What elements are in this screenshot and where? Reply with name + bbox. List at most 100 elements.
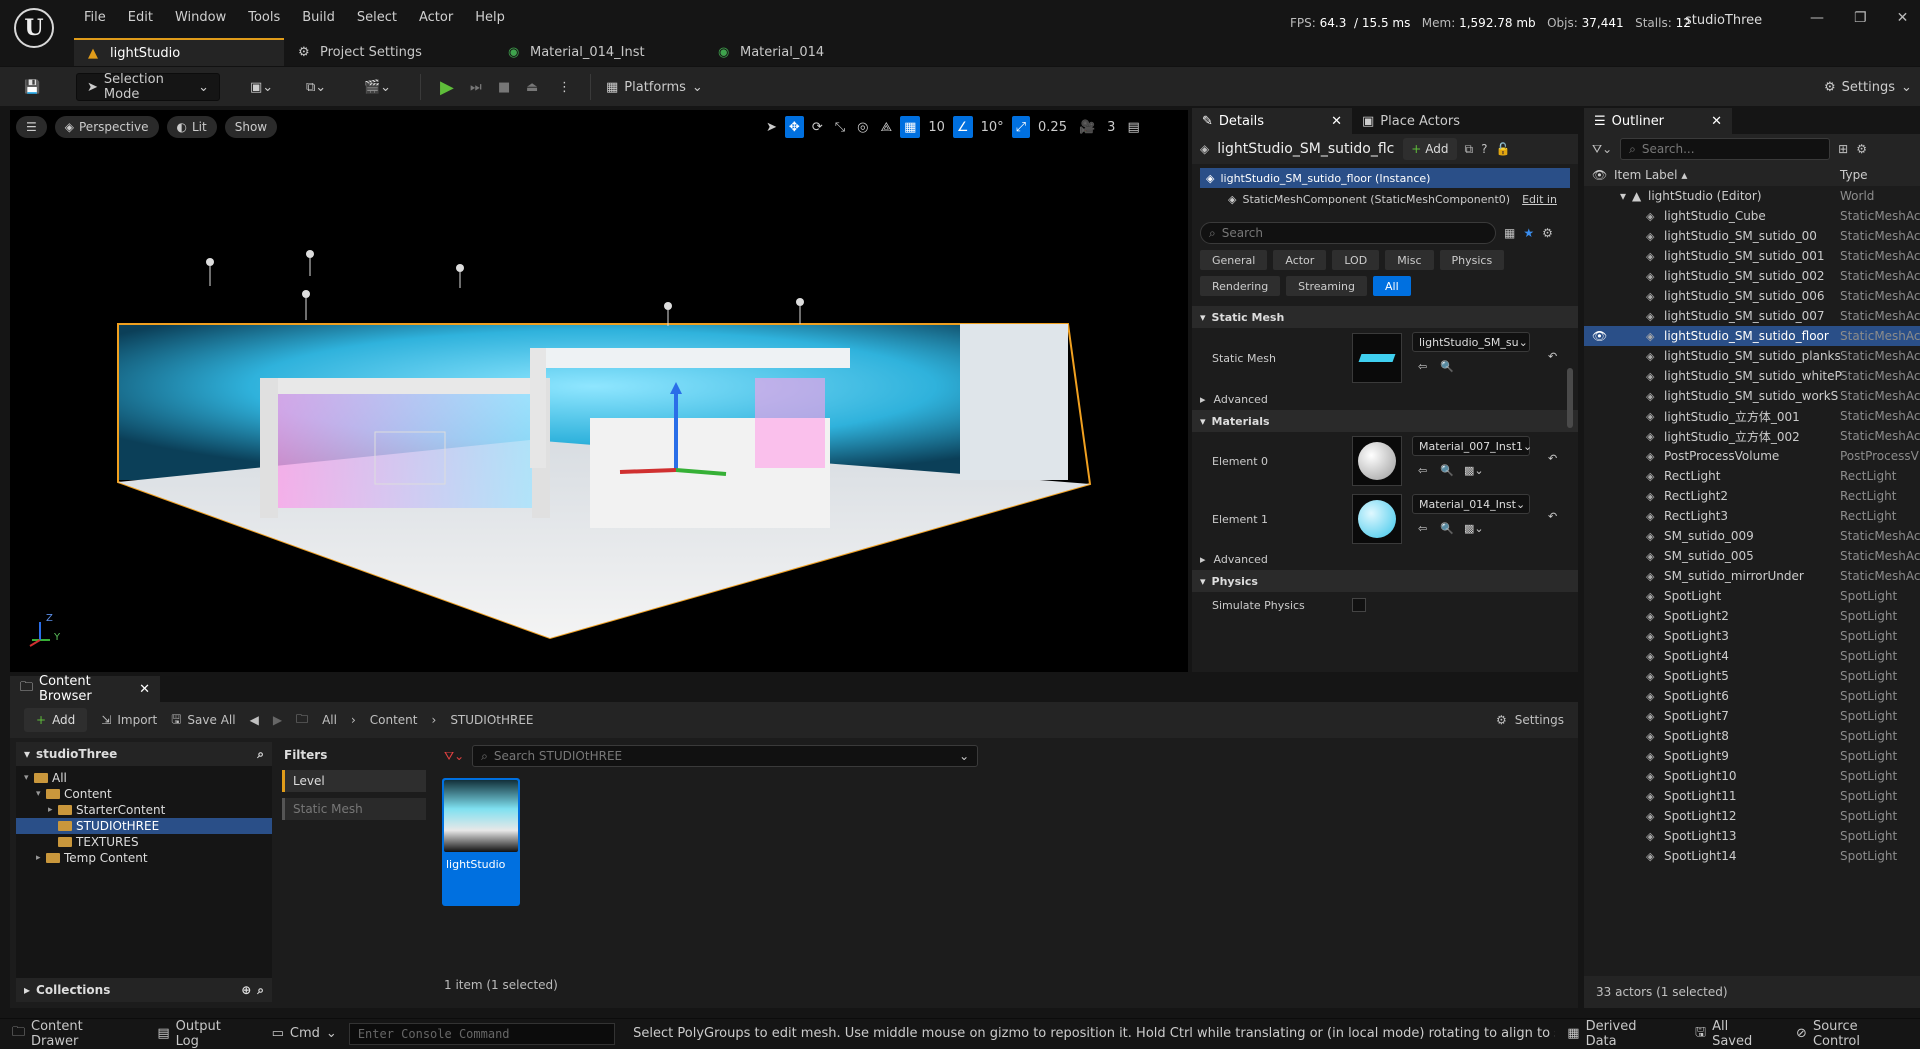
play-icon[interactable]: ▶	[440, 73, 454, 101]
outliner-row[interactable]: ◈ SM_sutido_mirrorUnder StaticMeshAc	[1584, 566, 1920, 586]
save-all-button[interactable]: 🖫 Save All	[171, 710, 235, 731]
outliner-row[interactable]: 👁 ◈ lightStudio_SM_sutido_floor StaticMeshA…	[1584, 326, 1920, 346]
browse-to-asset-icon[interactable]: ⇦	[1418, 360, 1427, 373]
save-icon[interactable]: 💾	[24, 73, 40, 101]
content-settings-button[interactable]: ⚙ Settings	[1496, 713, 1564, 727]
table-view-icon[interactable]: ▦	[1504, 226, 1515, 240]
outliner-search-input[interactable]: ⌕ Search...	[1620, 138, 1831, 160]
outliner-row[interactable]: ◈ lightStudio_SM_sutido_workS StaticMeshAc	[1584, 386, 1920, 406]
menu-actor[interactable]: Actor	[409, 10, 463, 25]
add-component-button[interactable]: + Add	[1403, 138, 1457, 160]
find-asset-icon[interactable]: 🔍	[1440, 360, 1454, 373]
cinematics-icon[interactable]: 🎬⌄	[364, 73, 391, 101]
column-item-label[interactable]: Item Label ▴	[1614, 168, 1687, 182]
filter-physics[interactable]: Physics	[1439, 250, 1505, 270]
scale-snap-icon[interactable]: ⤢	[1011, 116, 1031, 138]
restore-icon[interactable]: ❐	[1854, 10, 1867, 26]
tab-details[interactable]: ✎ Details ✕	[1192, 108, 1352, 134]
breadcrumb-studiothree[interactable]: STUDIOtHREE	[450, 713, 533, 727]
outliner-root-row[interactable]: ▾ ▲ lightStudio (Editor) World	[1584, 186, 1920, 206]
level-viewport[interactable]: Z Y ☰ ◈ Perspective ◐ Lit Show ➤ ✥ ⟳ ⤡ ◎ ⟁…	[10, 110, 1188, 672]
outliner-row[interactable]: ◈ lightStudio_SM_sutido_planks StaticMeshA…	[1584, 346, 1920, 366]
filter-all[interactable]: All	[1372, 276, 1411, 296]
reset-to-default-icon[interactable]: ↶	[1548, 350, 1557, 363]
asset-tile-lightstudio[interactable]: lightStudio	[442, 778, 520, 906]
section-static-mesh[interactable]: ▾ Static Mesh	[1192, 306, 1578, 328]
add-button[interactable]: + Add	[24, 708, 88, 732]
star-icon[interactable]: ★	[1523, 226, 1534, 240]
outliner-row[interactable]: ◈ RectLight RectLight	[1584, 466, 1920, 486]
outliner-row[interactable]: ◈ lightStudio_Cube StaticMeshAc	[1584, 206, 1920, 226]
material-thumbnail[interactable]	[1352, 436, 1402, 486]
filter-actor[interactable]: Actor	[1273, 250, 1327, 270]
more-options-icon[interactable]: ⋮	[558, 73, 571, 101]
grid-snap-icon[interactable]: ▦	[900, 116, 921, 138]
filter-lod[interactable]: LOD	[1332, 250, 1380, 270]
filter-misc[interactable]: Misc	[1385, 250, 1434, 270]
help-icon[interactable]: ?	[1481, 142, 1487, 156]
step-icon[interactable]: ⏭	[470, 73, 482, 101]
outliner-row[interactable]: ◈ lightStudio_立方体_001 StaticMeshAc	[1584, 406, 1920, 426]
outliner-row[interactable]: ◈ RectLight3 RectLight	[1584, 506, 1920, 526]
visibility-icon[interactable]: 👁	[1592, 329, 1607, 343]
filter-rendering[interactable]: Rendering	[1200, 276, 1281, 296]
outliner-row[interactable]: ◈ SM_sutido_009 StaticMeshAc	[1584, 526, 1920, 546]
close-tab-icon[interactable]: ✕	[139, 682, 150, 697]
sources-header[interactable]: ▾ studioThree ⌕	[16, 742, 272, 766]
tab-lightstudio[interactable]: ▲ lightStudio	[74, 38, 284, 66]
add-folder-icon[interactable]: ⊞	[1838, 142, 1848, 156]
outliner-row[interactable]: ◈ SpotLight9 SpotLight	[1584, 746, 1920, 766]
tree-folder-item[interactable]: ▾ All	[16, 770, 272, 786]
reset-to-default-icon[interactable]: ↶	[1548, 452, 1557, 465]
selection-mode-dropdown[interactable]: ➤ Selection Mode ⌄	[76, 72, 220, 102]
filter-streaming[interactable]: Streaming	[1286, 276, 1367, 296]
outliner-row[interactable]: ◈ PostProcessVolume PostProcessV	[1584, 446, 1920, 466]
tree-folder-item[interactable]: STUDIOtHREE	[16, 818, 272, 834]
menu-file[interactable]: File	[74, 10, 116, 25]
outliner-row[interactable]: ◈ SpotLight14 SpotLight	[1584, 846, 1920, 866]
outliner-row[interactable]: ◈ lightStudio_SM_sutido_007 StaticMeshAc	[1584, 306, 1920, 326]
component-row[interactable]: ◈ StaticMeshComponent (StaticMeshComponen…	[1192, 188, 1578, 210]
outliner-row[interactable]: ◈ lightStudio_立方体_002 StaticMeshAc	[1584, 426, 1920, 446]
find-asset-icon[interactable]: 🔍	[1440, 522, 1454, 535]
section-physics[interactable]: ▾ Physics	[1192, 570, 1578, 592]
tree-folder-item[interactable]: ▸ StarterContent	[16, 802, 272, 818]
content-drawer-button[interactable]: 🗀 Content Drawer	[0, 1019, 145, 1049]
lit-button[interactable]: ◐ Lit	[166, 116, 217, 138]
browse-to-asset-icon[interactable]: ⇦	[1418, 464, 1427, 477]
eject-icon[interactable]: ⏏	[526, 73, 538, 101]
outliner-row[interactable]: ◈ SpotLight5 SpotLight	[1584, 666, 1920, 686]
tab-place-actors[interactable]: ▣ Place Actors	[1352, 108, 1512, 134]
actor-name[interactable]: lightStudio_SM_sutido_flc	[1217, 141, 1395, 157]
blueprint-icon[interactable]: ⧉⌄	[306, 73, 326, 101]
rotation-snap-value[interactable]: 10°	[977, 116, 1008, 138]
platforms-button[interactable]: ▦ Platforms ⌄	[606, 73, 703, 101]
outliner-row[interactable]: ◈ SpotLight8 SpotLight	[1584, 726, 1920, 746]
outliner-row[interactable]: ◈ RectLight2 RectLight	[1584, 486, 1920, 506]
blueprint-icon[interactable]: ⧉	[1465, 142, 1474, 157]
section-materials[interactable]: ▾ Materials	[1192, 410, 1578, 432]
outliner-row[interactable]: ◈ SpotLight2 SpotLight	[1584, 606, 1920, 626]
mesh-thumbnail[interactable]	[1352, 333, 1402, 383]
tab-content-browser[interactable]: 🗀 Content Browser ✕	[10, 674, 160, 704]
derived-data-button[interactable]: ▦ Derived Data	[1555, 1019, 1683, 1049]
add-actor-icon[interactable]: ▣⌄	[250, 73, 273, 101]
static-mesh-picker[interactable]: lightStudio_SM_su ⌄	[1412, 332, 1530, 352]
advanced-row[interactable]: ▸ Advanced	[1192, 388, 1578, 410]
close-tab-icon[interactable]: ✕	[1711, 114, 1722, 129]
menu-help[interactable]: Help	[465, 10, 515, 25]
stop-icon[interactable]: ■	[498, 73, 510, 101]
advanced-row[interactable]: ▸ Advanced	[1192, 548, 1578, 570]
details-search-input[interactable]: ⌕ Search	[1200, 222, 1496, 244]
output-log-button[interactable]: ▤ Output Log	[145, 1019, 259, 1049]
minimize-icon[interactable]: —	[1810, 10, 1824, 26]
browse-to-asset-icon[interactable]: ⇦	[1418, 522, 1427, 535]
select-icon[interactable]: ➤	[762, 116, 781, 138]
viewport-menu-button[interactable]: ☰	[16, 116, 47, 138]
search-icon[interactable]: ⌕	[257, 747, 264, 762]
outliner-row[interactable]: ◈ SpotLight11 SpotLight	[1584, 786, 1920, 806]
checker-icon[interactable]: ▩⌄	[1464, 464, 1484, 477]
details-scrollbar[interactable]	[1567, 368, 1573, 428]
outliner-row[interactable]: ◈ SM_sutido_005 StaticMeshAc	[1584, 546, 1920, 566]
show-button[interactable]: Show	[224, 116, 278, 138]
